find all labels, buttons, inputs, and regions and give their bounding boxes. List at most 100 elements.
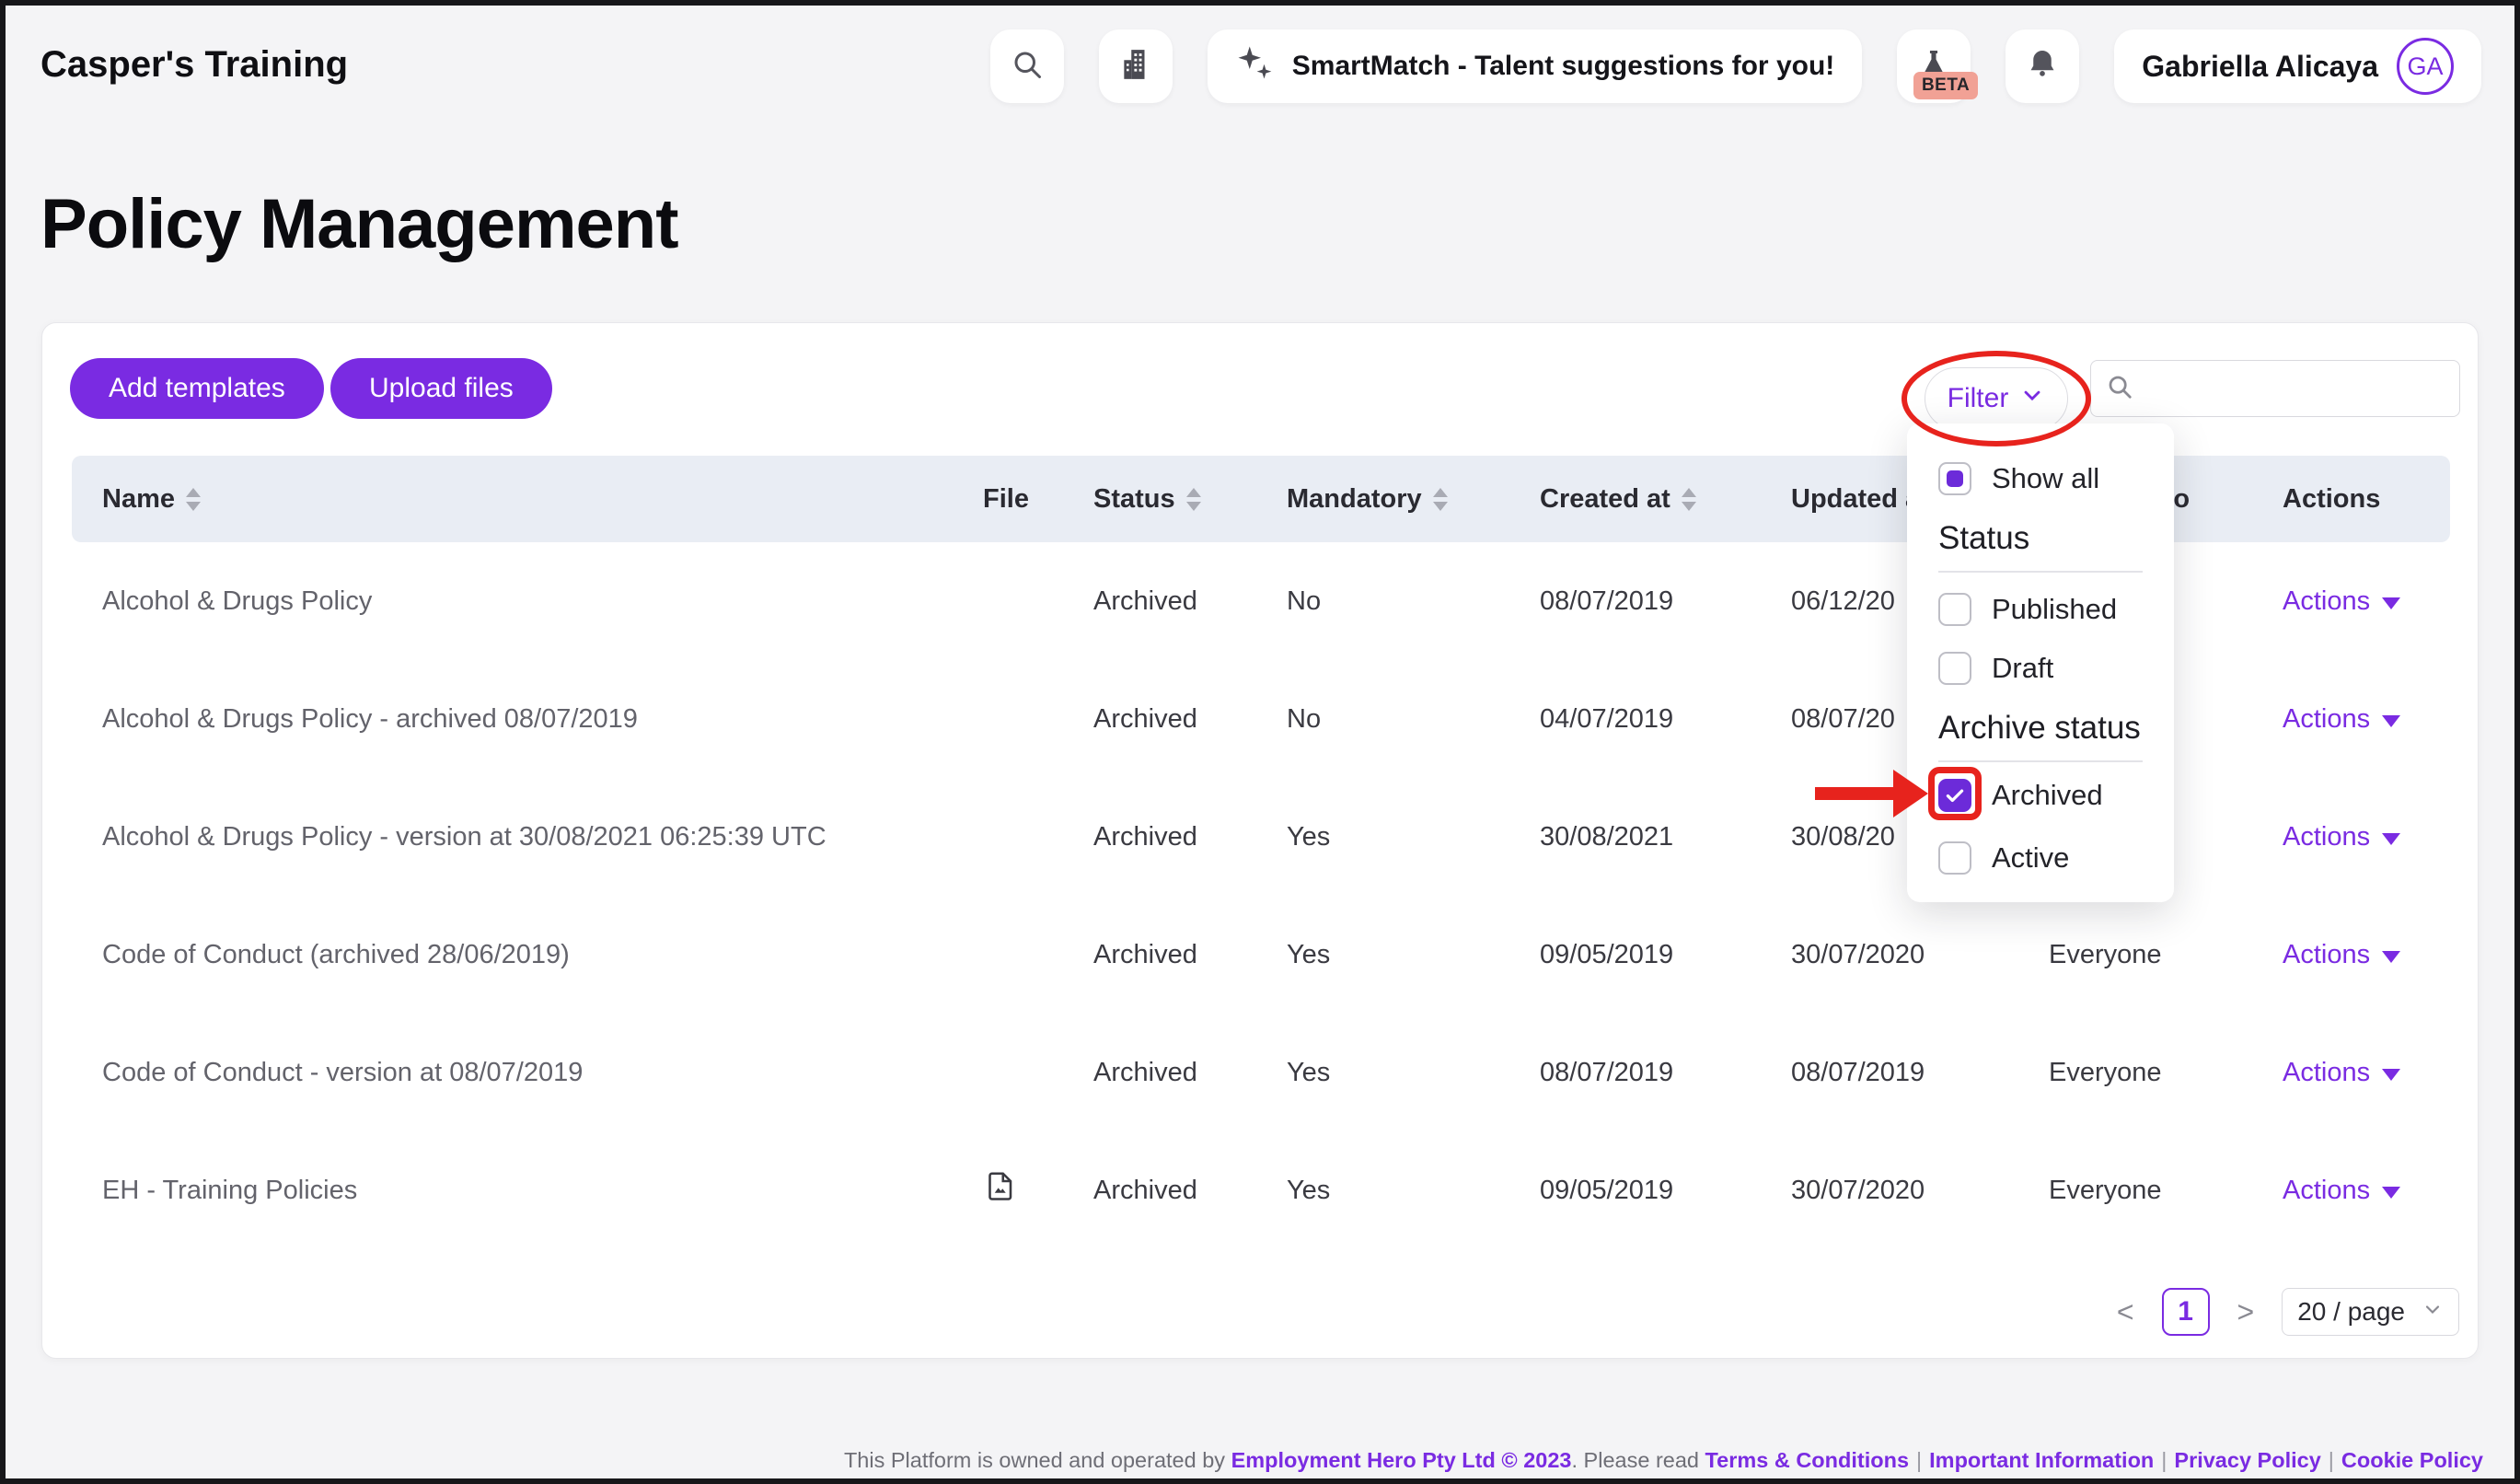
footer-link-terms[interactable]: Terms & Conditions <box>1705 1448 1910 1472</box>
created-at-cell: 08/07/2019 <box>1540 586 1791 617</box>
caret-down-icon <box>2382 1187 2400 1199</box>
updated-at-cell: 30/07/2020 <box>1791 1176 2049 1206</box>
policy-name: Code of Conduct (archived 28/06/2019) <box>72 940 983 970</box>
app-title: Casper's Training <box>40 44 348 86</box>
mandatory-cell: No <box>1287 704 1540 735</box>
column-header-mandatory[interactable]: Mandatory <box>1287 484 1540 515</box>
info-cell: Everyone <box>2049 1176 2283 1206</box>
chevron-down-icon <box>2422 1297 2444 1327</box>
policy-name: Code of Conduct - version at 08/07/2019 <box>72 1058 983 1088</box>
file-document-icon <box>983 1170 1016 1211</box>
sort-icon <box>1186 488 1201 511</box>
filter-dropdown: Show all Status Published Draft Archive … <box>1907 423 2174 902</box>
filter-option-show-all[interactable]: Show all <box>1907 449 2174 508</box>
footer-text: This Platform is owned and operated by <box>844 1448 1231 1472</box>
info-cell: Everyone <box>2049 1058 2283 1088</box>
column-header-file: File <box>983 484 1093 515</box>
footer-separator: | <box>2329 1448 2334 1472</box>
smartmatch-banner[interactable]: SmartMatch - Talent suggestions for you! <box>1208 29 1863 103</box>
policy-name: Alcohol & Drugs Policy <box>72 586 983 617</box>
footer-link-privacy-policy[interactable]: Privacy Policy <box>2174 1448 2320 1472</box>
page-number-button[interactable]: 1 <box>2162 1288 2210 1336</box>
caret-down-icon <box>2382 1069 2400 1081</box>
sort-icon <box>186 488 201 511</box>
actions-button[interactable]: Actions <box>2283 586 2450 617</box>
page-size-select[interactable]: 20 / page <box>2282 1288 2459 1336</box>
filter-option-active[interactable]: Active <box>1907 829 2174 887</box>
pagination: < 1 > 20 / page <box>2113 1288 2459 1336</box>
footer-link-company[interactable]: Employment Hero Pty Ltd © 2023 <box>1231 1448 1572 1472</box>
table-search <box>2090 360 2460 417</box>
column-header-status[interactable]: Status <box>1093 484 1287 515</box>
bell-icon <box>2026 48 2059 86</box>
status-cell: Archived <box>1093 1058 1287 1088</box>
filter-option-draft[interactable]: Draft <box>1907 639 2174 698</box>
actions-button[interactable]: Actions <box>2283 1176 2450 1206</box>
caret-down-icon <box>2382 597 2400 609</box>
avatar: GA <box>2397 38 2454 95</box>
filter-button-label: Filter <box>1948 383 2009 414</box>
organisation-button[interactable] <box>1099 29 1173 103</box>
chevron-down-icon <box>2019 382 2045 415</box>
table-row: Code of Conduct (archived 28/06/2019) Ar… <box>72 896 2450 1014</box>
caret-down-icon <box>2382 715 2400 727</box>
published-checkbox[interactable] <box>1938 593 1971 626</box>
beta-badge: BETA <box>1913 72 1978 99</box>
filter-button[interactable]: Filter <box>1925 367 2068 430</box>
status-cell: Archived <box>1093 704 1287 735</box>
status-cell: Archived <box>1093 586 1287 617</box>
filter-section-status: Status <box>1907 508 2174 569</box>
column-header-name[interactable]: Name <box>72 484 983 515</box>
sparkles-icon <box>1235 43 1274 89</box>
active-checkbox[interactable] <box>1938 841 1971 875</box>
created-at-cell: 30/08/2021 <box>1540 822 1791 852</box>
next-page-button[interactable]: > <box>2234 1295 2259 1329</box>
add-templates-button[interactable]: Add templates <box>70 358 324 419</box>
table-row: EH - Training Policies Archived Yes 09/0… <box>72 1131 2450 1249</box>
created-at-cell: 04/07/2019 <box>1540 704 1791 735</box>
draft-checkbox[interactable] <box>1938 652 1971 685</box>
policy-name: EH - Training Policies <box>72 1176 983 1206</box>
column-header-created-at[interactable]: Created at <box>1540 484 1791 515</box>
status-cell: Archived <box>1093 940 1287 970</box>
archived-checkbox[interactable] <box>1938 779 1971 812</box>
actions-button[interactable]: Actions <box>2283 940 2450 970</box>
labs-beta-button[interactable]: BETA <box>1897 29 1971 103</box>
filter-option-archived[interactable]: Archived <box>1907 762 2174 829</box>
sort-icon <box>1682 488 1696 511</box>
profile-menu[interactable]: Gabriella Alicaya GA <box>2114 29 2481 103</box>
footer-link-important-information[interactable]: Important Information <box>1929 1448 2154 1472</box>
policy-name: Alcohol & Drugs Policy - version at 30/0… <box>72 822 983 852</box>
footer-separator: | <box>1916 1448 1922 1472</box>
policy-name: Alcohol & Drugs Policy - archived 08/07/… <box>72 704 983 735</box>
upload-files-button[interactable]: Upload files <box>330 358 552 419</box>
actions-button[interactable]: Actions <box>2283 822 2450 852</box>
caret-down-icon <box>2382 951 2400 963</box>
footer-link-cookie-policy[interactable]: Cookie Policy <box>2341 1448 2483 1472</box>
status-cell: Archived <box>1093 822 1287 852</box>
mandatory-cell: Yes <box>1287 1058 1540 1088</box>
divider <box>1938 571 2143 573</box>
footer-text: . Please read <box>1572 1448 1705 1472</box>
info-cell: Everyone <box>2049 940 2283 970</box>
mandatory-cell: Yes <box>1287 1176 1540 1206</box>
file-cell <box>983 1170 1093 1211</box>
table-row: Code of Conduct - version at 08/07/2019 … <box>72 1014 2450 1131</box>
search-icon <box>2106 373 2133 405</box>
notifications-button[interactable] <box>2006 29 2079 103</box>
created-at-cell: 09/05/2019 <box>1540 940 1791 970</box>
column-header-actions: Actions <box>2283 484 2450 515</box>
filter-option-published[interactable]: Published <box>1907 580 2174 639</box>
show-all-checkbox[interactable] <box>1938 462 1971 495</box>
updated-at-cell: 30/07/2020 <box>1791 940 2049 970</box>
actions-button[interactable]: Actions <box>2283 704 2450 735</box>
search-input[interactable] <box>2146 374 2479 403</box>
sort-icon <box>1433 488 1448 511</box>
smartmatch-label: SmartMatch - Talent suggestions for you! <box>1292 51 1835 82</box>
previous-page-button[interactable]: < <box>2113 1295 2138 1329</box>
search-icon <box>1011 48 1044 86</box>
user-name: Gabriella Alicaya <box>2142 50 2378 84</box>
search-button[interactable] <box>990 29 1064 103</box>
mandatory-cell: Yes <box>1287 940 1540 970</box>
actions-button[interactable]: Actions <box>2283 1058 2450 1088</box>
